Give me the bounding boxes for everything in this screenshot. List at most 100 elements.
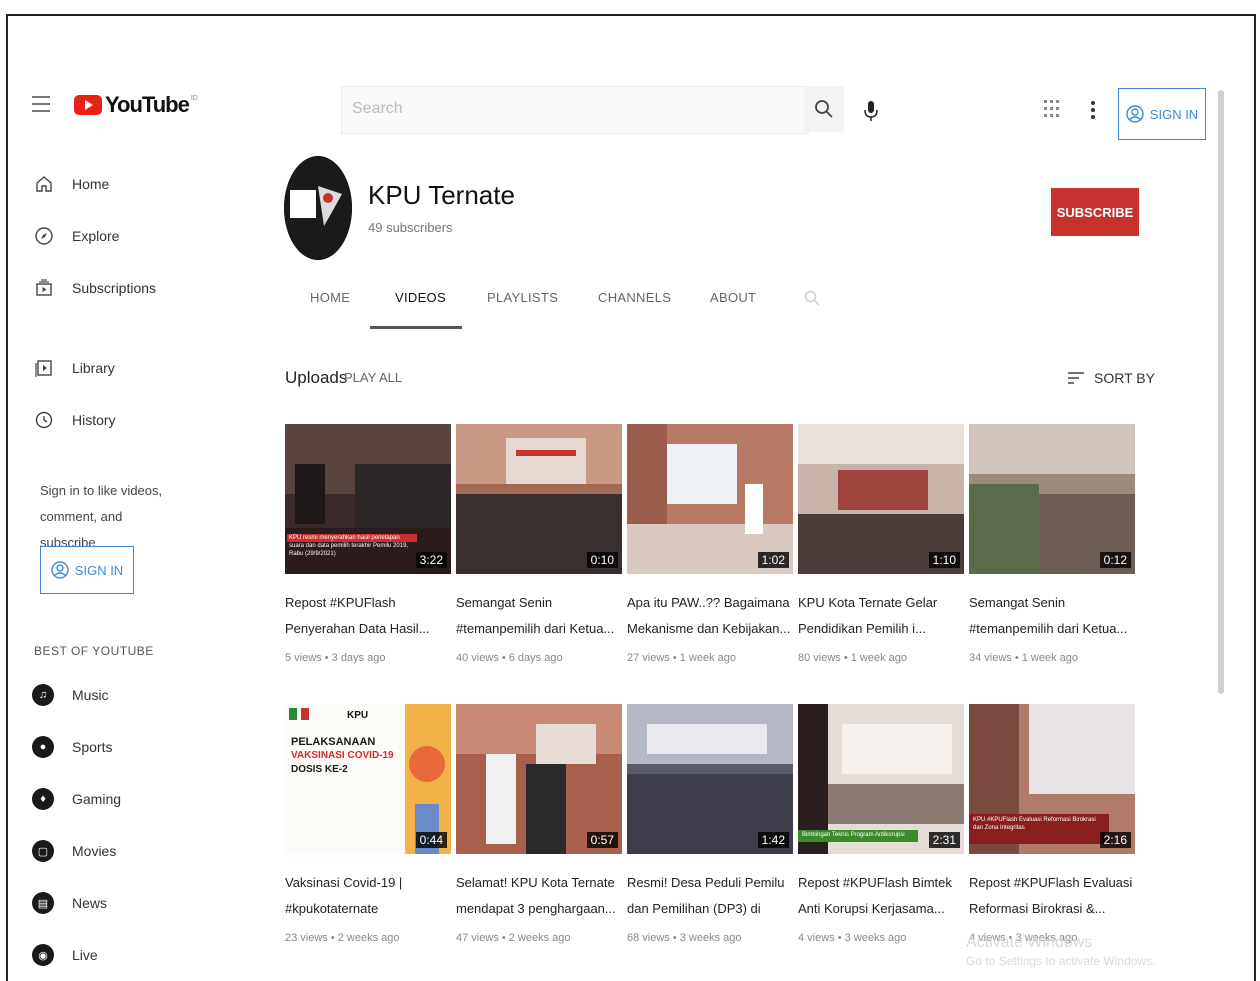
channel-avatar <box>284 156 352 260</box>
sidebar-item-label: History <box>72 412 116 428</box>
video-meta: 27 views • 1 week ago <box>627 652 737 664</box>
video-card[interactable]: 0:12 Semangat Senin #temanpemilih dari K… <box>969 424 1135 664</box>
sidebar-item-label: Library <box>72 360 115 376</box>
sidebar-item-label: News <box>72 895 108 911</box>
sign-in-label: SIGN IN <box>74 562 124 578</box>
video-title[interactable]: Apa itu PAW..?? Bagaimana Mekanisme dan … <box>627 590 793 642</box>
sign-in-label: SIGN IN <box>1149 106 1199 122</box>
video-title[interactable]: Repost #KPUFlash Penyerahan Data Hasil..… <box>285 590 451 642</box>
video-meta: 80 views • 1 week ago <box>798 652 908 664</box>
search-button[interactable] <box>804 86 844 132</box>
subscribe-button[interactable]: SUBSCRIBE <box>1051 188 1139 236</box>
search-input[interactable] <box>350 99 794 119</box>
sidebar-item-music[interactable]: ♫ Music <box>32 684 109 706</box>
video-card[interactable]: 1:10 KPU Kota Ternate Gelar Pendidikan P… <box>798 424 964 664</box>
browser-viewport: YouTube ID SIGN IN Home Explore Subscrip… <box>6 14 1256 981</box>
sidebar-item-news[interactable]: ▤ News <box>32 892 107 914</box>
video-card[interactable]: KPU resmi menyerahkan hasil penetapan su… <box>285 424 451 664</box>
more-options-icon[interactable] <box>1090 100 1096 125</box>
video-card[interactable]: 1:42 Resmi! Desa Peduli Pemilu dan Pemil… <box>627 704 793 944</box>
sidebar-item-live[interactable]: ◉ Live <box>32 944 98 966</box>
video-meta: 4 views • 3 weeks ago <box>798 932 907 944</box>
video-thumbnail[interactable]: 0:57 <box>456 704 622 854</box>
play-all-button[interactable]: PLAY ALL <box>344 370 402 385</box>
thumbnail-caption: KPU #KPUFlash Evaluasi Reformasi Birokra… <box>973 817 1096 831</box>
sidebar-sign-in-button[interactable]: SIGN IN <box>40 546 134 594</box>
video-thumbnail[interactable]: 1:02 <box>627 424 793 574</box>
watermark-line: Go to Settings to activate Windows. <box>966 954 1156 968</box>
hamburger-menu-icon[interactable] <box>32 96 50 112</box>
account-icon <box>51 561 69 579</box>
video-meta: 5 views • 3 days ago <box>285 652 386 664</box>
scrollbar[interactable] <box>1218 90 1224 694</box>
video-card[interactable]: KPU PELAKSANAAN VAKSINASI COVID-19 DOSIS… <box>285 704 451 944</box>
history-icon <box>32 408 56 432</box>
video-meta: 47 views • 2 weeks ago <box>456 932 571 944</box>
sidebar-item-label: Subscriptions <box>72 280 157 296</box>
compass-icon <box>32 224 56 248</box>
tab-channels[interactable]: CHANNELS <box>598 290 671 305</box>
sort-by-label: SORT BY <box>1094 370 1155 386</box>
video-title[interactable]: Repost #KPUFlash Bimtek Anti Korupsi Ker… <box>798 870 964 922</box>
sidebar-item-label: Home <box>72 176 110 192</box>
library-icon <box>32 356 56 380</box>
sidebar-item-label: Explore <box>72 228 120 244</box>
sidebar-item-home[interactable]: Home <box>32 172 109 196</box>
home-icon <box>32 172 56 196</box>
sidebar-item-explore[interactable]: Explore <box>32 224 119 248</box>
video-card[interactable]: KPU #KPUFlash Evaluasi Reformasi Birokra… <box>969 704 1135 944</box>
video-title[interactable]: Vaksinasi Covid-19 | #kpukotaternate <box>285 870 451 922</box>
music-icon: ♫ <box>32 684 54 706</box>
channel-search-icon[interactable] <box>804 290 820 311</box>
video-card[interactable]: 0:10 Semangat Senin #temanpemilih dari K… <box>456 424 622 664</box>
sidebar-item-sports[interactable]: ● Sports <box>32 736 112 758</box>
movies-icon: ▢ <box>32 840 54 862</box>
sort-icon <box>1068 372 1084 384</box>
video-card[interactable]: 0:57 Selamat! KPU Kota Ternate mendapat … <box>456 704 622 944</box>
sort-by-button[interactable]: SORT BY <box>1068 370 1155 386</box>
search-icon <box>815 100 833 118</box>
sidebar-item-label: Music <box>72 687 109 703</box>
sign-in-button[interactable]: SIGN IN <box>1118 88 1206 140</box>
video-title[interactable]: Resmi! Desa Peduli Pemilu dan Pemilihan … <box>627 870 793 922</box>
sidebar-item-movies[interactable]: ▢ Movies <box>32 840 116 862</box>
sidebar-item-library[interactable]: Library <box>32 356 115 380</box>
live-icon: ◉ <box>32 944 54 966</box>
sidebar-item-subscriptions[interactable]: Subscriptions <box>32 276 156 300</box>
video-thumbnail[interactable]: KPU #KPUFlash Evaluasi Reformasi Birokra… <box>969 704 1135 854</box>
subscriptions-icon <box>32 276 56 300</box>
apps-grid-icon[interactable] <box>1044 100 1060 125</box>
video-thumbnail[interactable]: 1:10 <box>798 424 964 574</box>
sidebar-item-gaming[interactable]: ♦ Gaming <box>32 788 121 810</box>
video-thumbnail[interactable]: 1:42 <box>627 704 793 854</box>
video-meta: 40 views • 6 days ago <box>456 652 563 664</box>
video-card[interactable]: Bimbingan Teknis Program Antikorupsi 2:3… <box>798 704 964 944</box>
tab-playlists[interactable]: PLAYLISTS <box>487 290 558 305</box>
video-card[interactable]: 1:02 Apa itu PAW..?? Bagaimana Mekanisme… <box>627 424 793 664</box>
tab-about[interactable]: ABOUT <box>710 290 756 305</box>
video-title[interactable]: Semangat Senin #temanpemilih dari Ketua.… <box>456 590 622 642</box>
video-duration: 2:31 <box>928 832 960 848</box>
video-thumbnail[interactable]: KPU PELAKSANAAN VAKSINASI COVID-19 DOSIS… <box>285 704 451 854</box>
tab-videos[interactable]: VIDEOS <box>395 290 446 305</box>
voice-search-button[interactable] <box>856 94 886 128</box>
video-thumbnail[interactable]: 0:10 <box>456 424 622 574</box>
thumbnail-caption: Bimbingan Teknis Program Antikorupsi <box>802 832 905 838</box>
sidebar-item-label: Live <box>72 947 98 963</box>
video-duration: 2:16 <box>1099 832 1131 848</box>
video-thumbnail[interactable]: 0:12 <box>969 424 1135 574</box>
video-duration: 0:12 <box>1099 552 1131 568</box>
video-title[interactable]: Repost #KPUFlash Evaluasi Reformasi Biro… <box>969 870 1135 922</box>
youtube-logo[interactable]: YouTube ID <box>74 92 198 118</box>
tab-home[interactable]: HOME <box>310 290 350 305</box>
video-thumbnail[interactable]: KPU resmi menyerahkan hasil penetapan su… <box>285 424 451 574</box>
video-thumbnail[interactable]: Bimbingan Teknis Program Antikorupsi 2:3… <box>798 704 964 854</box>
logo-text: YouTube <box>105 92 190 117</box>
video-meta: 23 views • 2 weeks ago <box>285 932 400 944</box>
subscriber-count: 49 subscribers <box>368 220 453 235</box>
sports-icon: ● <box>32 736 54 758</box>
video-title[interactable]: Selamat! KPU Kota Ternate mendapat 3 pen… <box>456 870 622 922</box>
sidebar-item-history[interactable]: History <box>32 408 116 432</box>
video-title[interactable]: Semangat Senin #temanpemilih dari Ketua.… <box>969 590 1135 642</box>
video-title[interactable]: KPU Kota Ternate Gelar Pendidikan Pemili… <box>798 590 964 642</box>
